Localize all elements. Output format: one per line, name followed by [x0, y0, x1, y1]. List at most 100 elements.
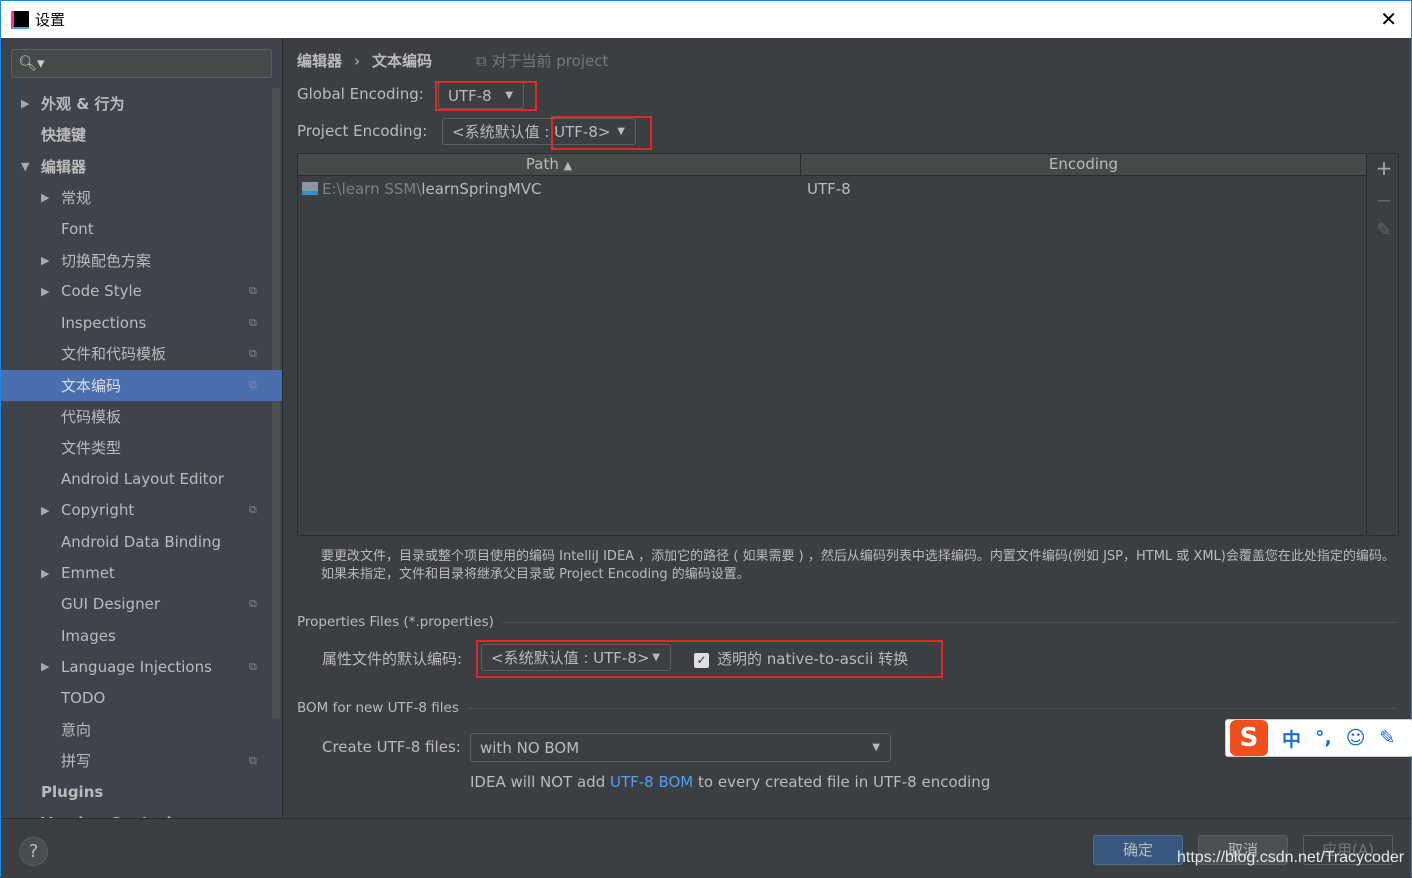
sidebar-item[interactable]: ▶Version Control⧉ [1, 808, 271, 818]
column-header-encoding[interactable]: Encoding [801, 154, 1366, 175]
sidebar-item-label: Font [61, 219, 94, 238]
table-toolbar: + − ✎ [1369, 153, 1399, 536]
sidebar-item-label: Plugins [41, 783, 104, 802]
search-icon: 🔍︎▾ [18, 54, 45, 72]
chevron-right-icon[interactable]: ▶ [41, 567, 49, 580]
sidebar-item-label: 意向 [61, 721, 92, 739]
sidebar-item[interactable]: 文件类型 [1, 432, 271, 463]
sidebar-item[interactable]: 文本编码 ⧉ [1, 369, 282, 401]
breadcrumb-parent: 编辑器 [297, 52, 343, 70]
project-encoding-label: Project Encoding: [297, 122, 428, 140]
sogou-logo-icon: S [1230, 720, 1268, 756]
pen-icon[interactable]: ✎ [1380, 727, 1396, 749]
sidebar-item-label: Images [61, 626, 116, 645]
sidebar-item[interactable]: 文件和代码模板 ⧉ [1, 338, 271, 369]
sidebar-item[interactable]: 拼写 ⧉ [1, 745, 271, 776]
sidebar-item-label: 外观 & 行为 [41, 95, 125, 113]
sidebar-item[interactable]: Font [1, 213, 271, 244]
edit-icon[interactable]: ✎ [1369, 220, 1399, 241]
bom-section-header: BOM for new UTF-8 files [297, 700, 1397, 716]
copy-icon: ⧉ [476, 52, 492, 70]
sidebar-item[interactable]: 代码模板 [1, 401, 271, 432]
sidebar-item[interactable]: ▶ 常规 [1, 182, 271, 213]
add-icon[interactable]: + [1369, 156, 1399, 180]
sidebar-item-label: 切换配色方案 [61, 251, 152, 270]
sidebar-item[interactable]: ▶ Code Style ⧉ [1, 276, 271, 307]
project-scope-icon: ⧉ [249, 315, 257, 329]
sidebar-item[interactable]: ▶ 外观 & 行为 [1, 88, 271, 119]
sidebar-item[interactable]: Inspections ⧉ [1, 307, 271, 338]
breadcrumb: 编辑器 › 文本编码 ⧉ 对于当前 project [297, 52, 609, 70]
sidebar-scrollbar[interactable] [272, 88, 280, 718]
utf8-bom-link[interactable]: UTF-8 BOM [610, 773, 693, 791]
project-scope-icon: ⧉ [249, 284, 257, 298]
sidebar-item[interactable]: ▼ 编辑器 [1, 151, 271, 182]
project-scope-icon: ⧉ [249, 346, 257, 360]
sidebar-item[interactable]: ▶ Language Injections ⧉ [1, 651, 271, 682]
sidebar-item[interactable]: Images [1, 620, 271, 651]
global-encoding-label: Global Encoding: [297, 85, 424, 103]
chevron-right-icon[interactable]: ▶ [41, 285, 49, 298]
emoji-icon[interactable]: ☺ [1346, 727, 1366, 749]
project-scope-icon: ⧉ [249, 378, 257, 392]
properties-section-header: Properties Files (*.properties) [297, 614, 1397, 630]
sort-ascending-icon: ▲ [563, 159, 573, 172]
ok-button[interactable]: 确定 [1093, 835, 1183, 865]
highlight-box [551, 116, 652, 150]
sidebar-item-label: Code Style [61, 282, 142, 301]
chevron-right-icon[interactable]: ▶ [41, 660, 49, 673]
sidebar-item-label: Language Injections [61, 657, 212, 676]
sidebar-item[interactable]: GUI Designer ⧉ [1, 589, 271, 620]
bom-select[interactable]: with NO BOM ▼ [470, 733, 891, 762]
punctuation-icon[interactable]: °, [1315, 727, 1332, 749]
sidebar-item[interactable]: Android Layout Editor [1, 464, 271, 495]
bom-note: IDEA will NOT add UTF-8 BOM to every cre… [470, 773, 991, 791]
chevron-right-icon[interactable]: ▶ [41, 254, 49, 267]
sidebar-item[interactable]: ▶ Emmet [1, 558, 271, 589]
sidebar-item[interactable]: ▶ 切换配色方案 [1, 245, 271, 276]
path-prefix: E:\learn SSM\ [322, 180, 422, 198]
remove-icon[interactable]: − [1369, 188, 1399, 212]
sidebar-item[interactable]: 意向 [1, 714, 271, 745]
sidebar-item[interactable]: ▶ Copyright ⧉ [1, 495, 271, 526]
table-row[interactable]: E:\learn SSM\learnSpringMVC UTF-8 [298, 176, 1366, 202]
sidebar-item-label: Inspections [61, 313, 147, 332]
close-icon[interactable]: ✕ [1380, 7, 1397, 31]
scope-label: 对于当前 project [491, 52, 609, 70]
folder-icon [302, 182, 318, 195]
chevron-right-icon[interactable]: ▶ [21, 97, 29, 110]
search-input[interactable]: 🔍︎▾ [11, 49, 272, 78]
text-encoding-panel: 编辑器 › 文本编码 ⧉ 对于当前 project Global Encoding: … [284, 38, 1411, 818]
row-encoding[interactable]: UTF-8 [801, 180, 851, 198]
watermark: https://blog.csdn.net/Tracycoder [1177, 849, 1405, 866]
highlight-box [476, 640, 943, 678]
highlight-box [435, 81, 537, 111]
chevron-right-icon[interactable]: ▶ [41, 191, 49, 204]
path-name: learnSpringMVC [421, 180, 542, 198]
help-text: 要更改文件，目录或整个项目使用的编码 IntelliJ IDEA ，添加它的路径… [321, 549, 1395, 582]
title-bar: 设置 ✕ [1, 1, 1411, 38]
create-utf8-label: Create UTF-8 files: [322, 738, 461, 756]
help-button[interactable]: ? [19, 837, 48, 866]
ime-mode-chinese[interactable]: 中 [1282, 725, 1301, 752]
sidebar-item-label: Emmet [61, 564, 115, 582]
sidebar-item-label: Android Layout Editor [61, 470, 224, 489]
bom-value: with NO BOM [480, 738, 580, 757]
sidebar-item-label: 代码模板 [61, 408, 122, 426]
ime-toolbar: S 中 °, ☺ ✎ [1225, 719, 1412, 757]
encoding-table: Path ▲ Encoding E:\learn SSM\learnSpring… [297, 153, 1367, 536]
properties-encoding-label: 属性文件的默认编码: [322, 650, 463, 668]
chevron-right-icon[interactable]: ▶ [41, 504, 49, 517]
sidebar-item-label: 文件和代码模板 [61, 345, 167, 364]
sidebar-item[interactable]: Plugins [1, 777, 271, 808]
sidebar-item[interactable]: 快捷键 [1, 119, 271, 150]
sidebar-item[interactable]: Android Data Binding [1, 526, 271, 557]
window-title: 设置 [35, 11, 66, 29]
project-scope-icon: ⧉ [249, 597, 257, 611]
sidebar-item-label: 常规 [61, 188, 92, 207]
sidebar-item[interactable]: TODO [1, 683, 271, 714]
column-header-path[interactable]: Path ▲ [298, 154, 801, 175]
chevron-down-icon: ▼ [872, 742, 880, 753]
chevron-down-icon[interactable]: ▼ [21, 160, 29, 173]
sidebar-item-label: GUI Designer [61, 595, 160, 614]
